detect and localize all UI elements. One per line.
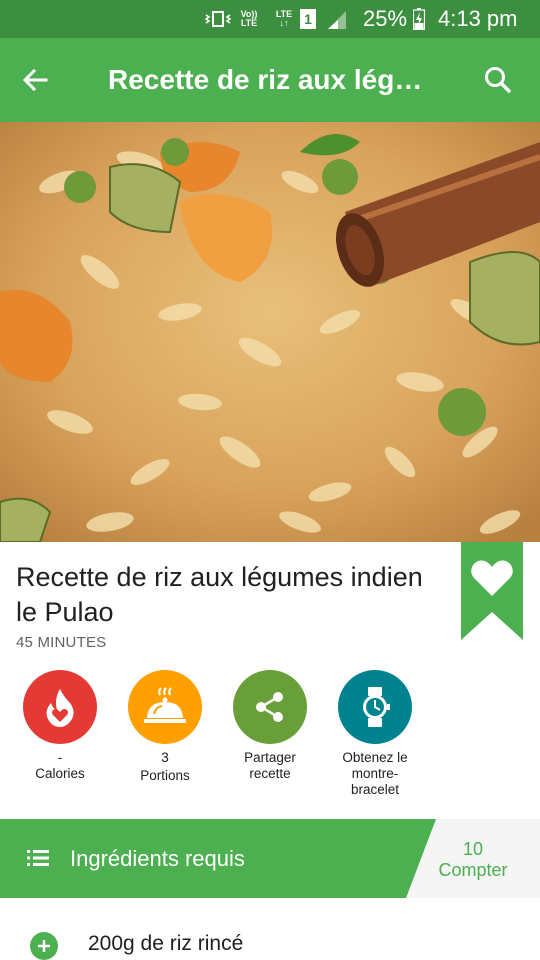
watch-icon xyxy=(338,670,412,744)
app-bar-title: Recette de riz aux légu… xyxy=(108,64,438,95)
ingredient-text: 200g de riz rincé xyxy=(88,932,244,955)
add-icon[interactable] xyxy=(30,932,58,960)
battery-charging-icon xyxy=(412,8,426,30)
watch-label-line3: bracelet xyxy=(350,782,400,797)
lte-bottom-text: ↓↑ xyxy=(279,18,289,28)
share-recipe-button[interactable]: Partager recette xyxy=(220,670,320,782)
app-bar: Recette de riz aux légu… xyxy=(0,38,540,122)
status-bar: Vo)) LTE LTE ↓↑ 1 25% 4:13 pm xyxy=(0,0,540,38)
search-button[interactable] xyxy=(478,60,518,100)
calories-flame-icon xyxy=(23,670,97,744)
ingredient-count: 10 xyxy=(462,839,484,859)
arrow-back-icon xyxy=(22,68,48,92)
favorite-button[interactable] xyxy=(461,542,523,640)
ingredients-title: Ingrédients requis xyxy=(70,846,245,871)
portions-value: 3 xyxy=(161,750,169,765)
clock: 4:13 pm xyxy=(438,6,518,31)
portions-action: 3 Portions xyxy=(115,670,215,784)
list-icon xyxy=(27,849,49,872)
lte-icon: LTE ↓↑ xyxy=(272,8,296,30)
volte-bottom-text: LTE xyxy=(240,18,258,28)
calories-action: - Calories xyxy=(10,670,110,782)
battery-percent: 25% xyxy=(363,6,408,31)
recipe-time: 45 MINUTES xyxy=(16,634,107,651)
share-label-line2: recette xyxy=(249,766,291,781)
share-label-line1: Partager xyxy=(244,750,296,765)
watch-label-line2: montre- xyxy=(351,766,399,781)
recipe-photo xyxy=(0,122,540,542)
back-button[interactable] xyxy=(16,60,56,100)
sim-number: 1 xyxy=(300,9,316,29)
search-icon xyxy=(485,67,511,93)
portions-label: Portions xyxy=(140,768,190,783)
share-icon xyxy=(233,670,307,744)
sim-icon: 1 xyxy=(299,8,317,30)
vibrate-icon xyxy=(204,8,232,30)
watch-label-line1: Obtenez le xyxy=(342,750,408,765)
calories-label: Calories xyxy=(35,766,85,781)
recipe-title: Recette de riz aux légumes indien le Pul… xyxy=(16,562,423,627)
ingredient-count-label: Compter xyxy=(438,860,508,880)
ingredient-item[interactable]: 200g de riz rincé xyxy=(0,920,540,960)
signal-icon xyxy=(326,8,348,30)
serving-dish-icon xyxy=(128,670,202,744)
heart-bookmark-icon xyxy=(461,542,523,640)
calories-value: - xyxy=(57,750,63,765)
get-watch-button[interactable]: Obtenez le montre- bracelet xyxy=(325,670,425,798)
ingredients-header[interactable]: 10 Compter Ingrédients requis xyxy=(0,819,540,898)
volte-icon: Vo)) LTE xyxy=(236,8,262,30)
